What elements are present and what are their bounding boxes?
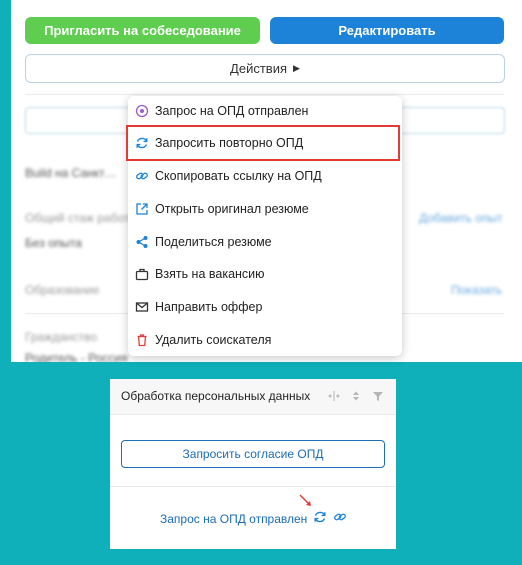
actions-dropdown-button[interactable]: Действия ▶ [25, 54, 505, 83]
resize-icon[interactable] [328, 389, 340, 407]
personal-data-panel: Обработка персональных данных Запросить … [110, 379, 396, 549]
request-consent-button[interactable]: Запросить согласие ОПД [121, 440, 385, 468]
opd-status-text[interactable]: Запрос на ОПД отправлен [160, 512, 307, 526]
menu-item-label: Направить оффер [155, 300, 263, 314]
invite-interview-button[interactable]: Пригласить на собеседование [25, 17, 260, 44]
briefcase-icon [135, 267, 149, 281]
trash-icon [135, 333, 149, 347]
divider [25, 94, 504, 95]
blurred-link: Показать [451, 283, 503, 297]
blurred-text: Без опыта [25, 236, 82, 250]
blurred-link: Добавить опыт [419, 211, 503, 225]
menu-item-label: Запросить повторно ОПД [155, 136, 304, 150]
column-controls [328, 389, 384, 407]
blurred-text: Гражданство [25, 330, 97, 344]
blurred-text: Образование [25, 283, 100, 297]
menu-item-delete-candidate[interactable]: Удалить соискателя [128, 325, 402, 355]
menu-item-label: Взять на вакансию [155, 267, 265, 281]
menu-item-label: Поделиться резюме [155, 235, 272, 249]
menu-item-label: Открыть оригинал резюме [155, 202, 309, 216]
panel-header: Обработка персональных данных [110, 379, 396, 415]
menu-item-send-offer[interactable]: Направить оффер [128, 292, 402, 322]
menu-item-copy-opd-link[interactable]: Скопировать ссылку на ОПД [128, 161, 402, 191]
blurred-text: Родитель - Россия [25, 351, 128, 362]
blurred-text: Общий стаж работы [25, 211, 138, 225]
blurred-text: Build на Санкт… [25, 166, 117, 180]
link-icon [135, 169, 149, 183]
panel-title: Обработка персональных данных [121, 389, 311, 403]
menu-item-share-resume[interactable]: Поделиться резюме [128, 227, 402, 257]
actions-label: Действия [230, 61, 288, 76]
menu-item-label: Запрос на ОПД отправлен [155, 104, 309, 118]
mail-icon [135, 300, 149, 314]
refresh-icon [135, 136, 149, 150]
menu-item-label: Удалить соискателя [155, 333, 272, 347]
menu-item-opd-sent[interactable]: Запрос на ОПД отправлен [128, 96, 402, 126]
filter-icon[interactable] [372, 389, 384, 407]
link-icon[interactable] [327, 510, 347, 527]
external-link-icon [135, 202, 149, 216]
share-icon [135, 235, 149, 249]
menu-item-take-to-vacancy[interactable]: Взять на вакансию [128, 259, 402, 289]
menu-item-request-opd-again[interactable]: Запросить повторно ОПД [128, 128, 402, 158]
clock-circle-icon [135, 104, 149, 118]
sort-icon[interactable] [350, 389, 362, 407]
menu-item-label: Скопировать ссылку на ОПД [155, 169, 322, 183]
arrow-annotation-icon [299, 494, 311, 506]
menu-item-open-original-resume[interactable]: Открыть оригинал резюме [128, 194, 402, 224]
caret-right-icon: ▶ [293, 63, 300, 73]
edit-button[interactable]: Редактировать [270, 17, 504, 44]
actions-menu: Запрос на ОПД отправлен Запросить повтор… [128, 96, 402, 356]
opd-status-row: Запрос на ОПД отправлен [160, 510, 347, 527]
divider [110, 486, 396, 487]
refresh-icon[interactable] [307, 510, 327, 527]
